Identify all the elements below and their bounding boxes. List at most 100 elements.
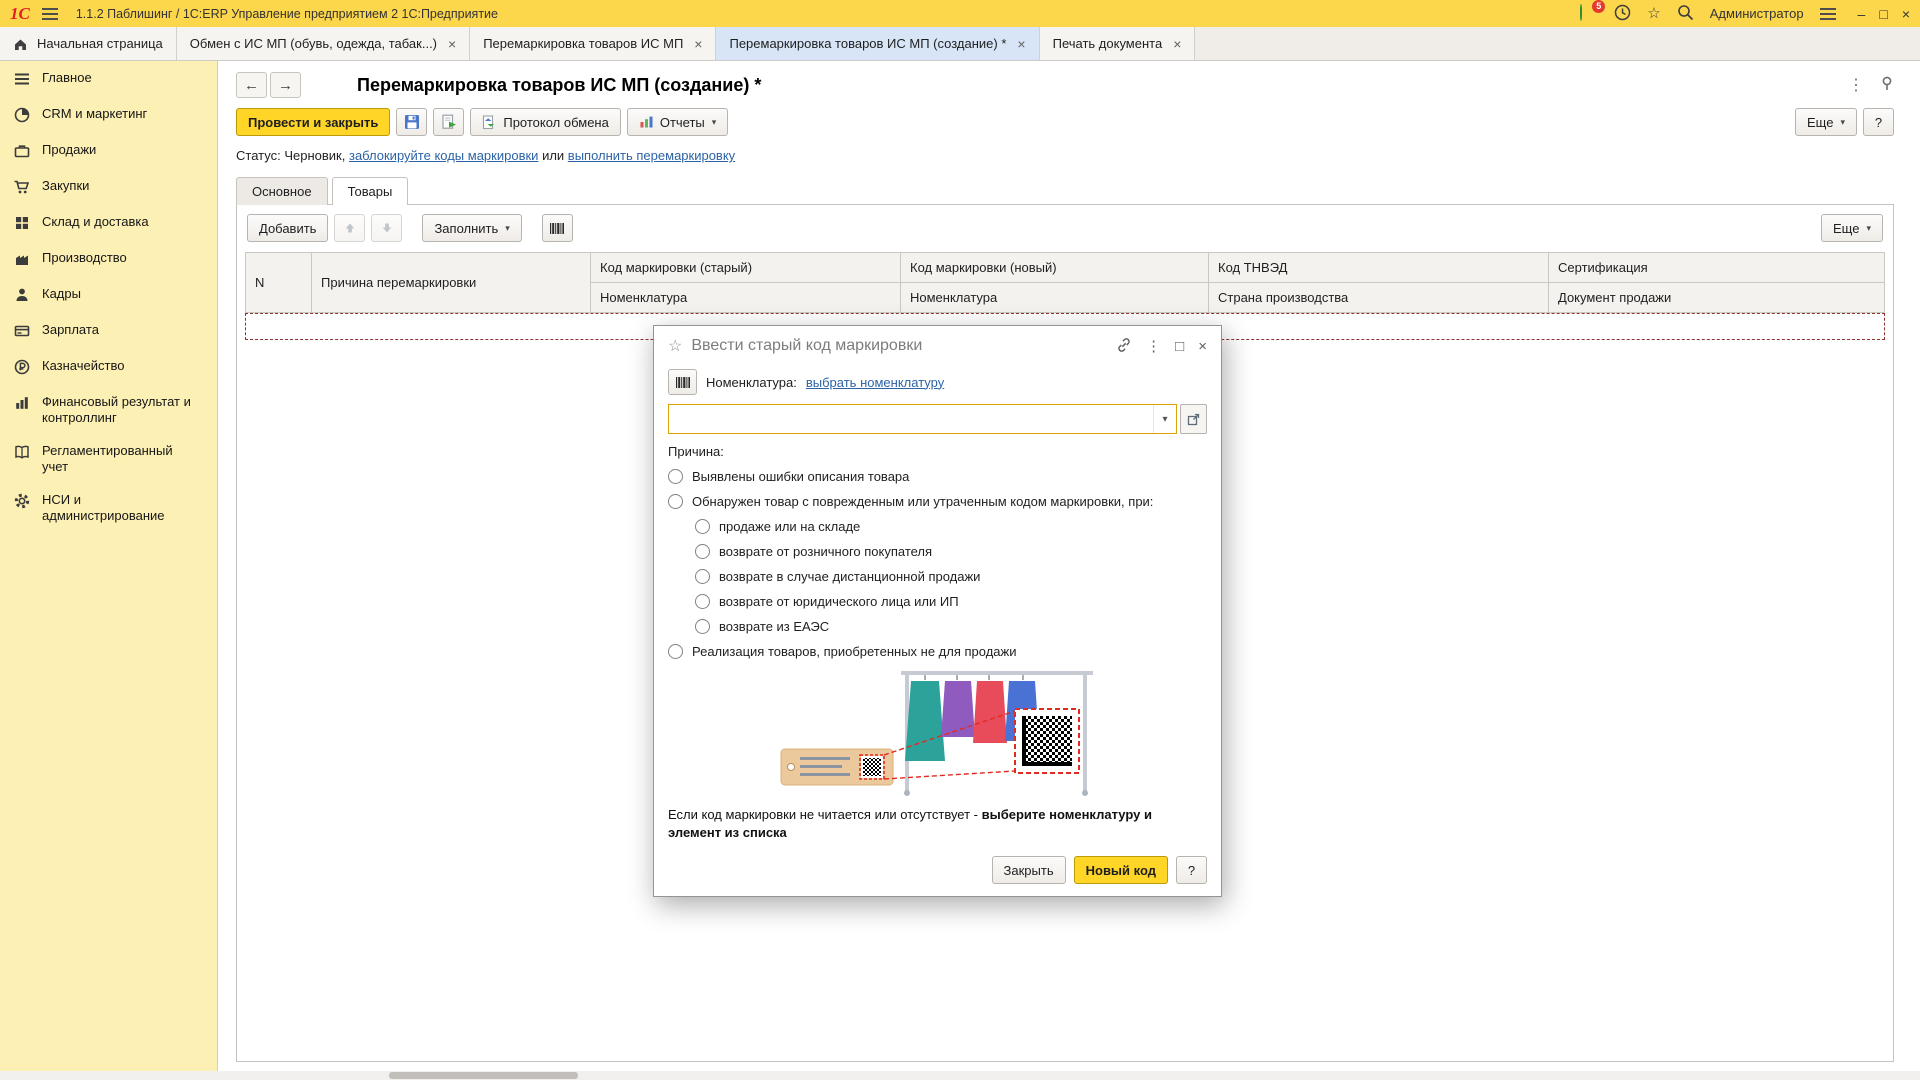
sidebar-item-regulated-accounting[interactable]: Регламентированный учет (0, 434, 217, 483)
minimize-button[interactable]: – (1858, 7, 1866, 21)
radio-icon (668, 644, 683, 659)
col-header-old-code: Код маркировки (старый) (591, 253, 901, 283)
open-list-button[interactable] (1180, 404, 1207, 434)
barcode-scanner-icon (675, 376, 691, 389)
favorite-star-icon[interactable]: ☆ (668, 336, 682, 356)
dialog-close-button[interactable]: Закрыть (992, 856, 1066, 884)
payment-card-icon (13, 322, 31, 340)
page-title: Перемаркировка товаров ИС МП (создание) … (357, 75, 761, 96)
tab-remarking-create[interactable]: Перемаркировка товаров ИС МП (создание) … (716, 27, 1039, 60)
post-document-icon (441, 114, 457, 130)
factory-icon (13, 250, 31, 268)
scrollbar-thumb[interactable] (389, 1072, 578, 1079)
horizontal-scrollbar[interactable] (0, 1071, 1920, 1080)
sidebar-item-payroll[interactable]: Зарплата (0, 313, 217, 349)
tab-remarking-list[interactable]: Перемаркировка товаров ИС МП × (470, 27, 716, 60)
sidebar-item-hr[interactable]: Кадры (0, 277, 217, 313)
exchange-protocol-button[interactable]: Протокол обмена (470, 108, 621, 136)
dialog-help-button[interactable]: ? (1176, 856, 1207, 884)
history-icon[interactable] (1614, 4, 1631, 24)
radio-option-description-errors[interactable]: Выявлены ошибки описания товара (668, 469, 1207, 484)
tab-main-section[interactable]: Основное (236, 177, 328, 205)
sidebar-item-warehouse[interactable]: Склад и доставка (0, 205, 217, 241)
post-and-close-button[interactable]: Провести и закрыть (236, 108, 390, 136)
reports-button[interactable]: Отчеты ▾ (627, 108, 728, 136)
tab-print-document[interactable]: Печать документа × (1040, 27, 1196, 60)
person-icon (13, 286, 31, 304)
combo-dropdown-icon[interactable]: ▾ (1153, 405, 1176, 433)
sidebar-item-treasury[interactable]: Казначейство (0, 349, 217, 385)
barcode-scan-button[interactable] (542, 214, 573, 242)
link-icon[interactable] (1116, 337, 1132, 356)
sidebar-item-purchases[interactable]: Закупки (0, 169, 217, 205)
tab-home[interactable]: Начальная страница (0, 27, 177, 60)
radio-label: возврате от розничного покупателя (719, 544, 932, 559)
tab-label: Начальная страница (37, 36, 163, 51)
ruble-circle-icon (13, 358, 31, 376)
dialog-barcode-scan-button[interactable] (668, 369, 697, 395)
clothes-rack-illustration (773, 665, 1103, 800)
sidebar-item-sales[interactable]: Продажи (0, 133, 217, 169)
search-icon[interactable] (1677, 4, 1694, 24)
sidebar-item-production[interactable]: Производство (0, 241, 217, 277)
sidebar-item-crm[interactable]: CRM и маркетинг (0, 97, 217, 133)
tab-close-icon[interactable]: × (1017, 36, 1025, 52)
col-header-n: N (246, 253, 312, 313)
notifications-icon[interactable]: 5 (1580, 5, 1598, 23)
nomenclature-label: Номенклатура: (706, 375, 797, 390)
dialog-maximize-icon[interactable]: □ (1175, 339, 1184, 354)
radio-option-legal-entity-return[interactable]: возврате от юридического лица или ИП (695, 594, 1207, 609)
favorites-star-icon[interactable]: ☆ (1647, 6, 1660, 21)
forward-button[interactable]: → (270, 72, 301, 98)
form-more-kebab-icon[interactable]: ⋮ (1848, 75, 1864, 95)
tab-close-icon[interactable]: × (694, 36, 702, 52)
sidebar-item-admin[interactable]: НСИ и администрирование (0, 483, 217, 532)
radio-option-sale-or-warehouse[interactable]: продаже или на складе (695, 519, 1207, 534)
purple-shirt (941, 681, 975, 737)
lock-codes-link[interactable]: заблокируйте коды маркировки (349, 148, 538, 163)
service-menu-icon[interactable] (1820, 8, 1836, 20)
col-header-new-code: Код маркировки (новый) (901, 253, 1209, 283)
move-row-down-button[interactable] (371, 214, 402, 242)
help-button[interactable]: ? (1863, 108, 1894, 136)
sidebar-item-finance[interactable]: Финансовый результат и контроллинг (0, 385, 217, 434)
tab-goods-section[interactable]: Товары (332, 177, 409, 205)
tab-close-icon[interactable]: × (448, 36, 456, 52)
radio-option-distance-sale-return[interactable]: возврате в случае дистанционной продажи (695, 569, 1207, 584)
new-code-button[interactable]: Новый код (1074, 856, 1168, 884)
perform-remarking-link[interactable]: выполнить перемаркировку (568, 148, 735, 163)
chevron-down-icon: ▾ (505, 223, 510, 234)
reason-label: Причина: (668, 444, 1207, 459)
radio-option-eaeu-return[interactable]: возврате из ЕАЭС (695, 619, 1207, 634)
red-shirt (973, 681, 1007, 743)
notification-badge: 5 (1592, 0, 1605, 13)
radio-icon (695, 619, 710, 634)
goods-more-button[interactable]: Еще ▾ (1821, 214, 1883, 242)
boxes-grid-icon (13, 214, 31, 232)
radio-option-damaged-code[interactable]: Обнаружен товар с поврежденным или утрач… (668, 494, 1207, 509)
move-row-up-button[interactable] (334, 214, 365, 242)
current-user-label[interactable]: Администратор (1710, 6, 1804, 21)
tab-exchange-ismp[interactable]: Обмен с ИС МП (обувь, одежда, табак...) … (177, 27, 470, 60)
marking-code-input[interactable] (669, 405, 1153, 433)
arrow-up-icon (344, 222, 356, 234)
tab-close-icon[interactable]: × (1173, 36, 1181, 52)
status-line: Статус: Черновик, заблокируйте коды марк… (236, 148, 1894, 163)
post-document-button[interactable] (433, 108, 464, 136)
choose-nomenclature-link[interactable]: выбрать номенклатуру (806, 375, 944, 390)
close-window-button[interactable]: × (1902, 7, 1910, 21)
sidebar-item-main[interactable]: Главное (0, 61, 217, 97)
dialog-close-icon[interactable]: × (1198, 339, 1207, 354)
radio-label: Реализация товаров, приобретенных не для… (692, 644, 1017, 659)
main-menu-icon[interactable] (42, 8, 58, 20)
back-button[interactable]: ← (236, 72, 267, 98)
pin-icon[interactable] (1880, 76, 1894, 94)
radio-option-not-for-sale[interactable]: Реализация товаров, приобретенных не для… (668, 644, 1207, 659)
add-row-button[interactable]: Добавить (247, 214, 328, 242)
fill-button[interactable]: Заполнить ▾ (422, 214, 521, 242)
maximize-button[interactable]: □ (1879, 7, 1887, 21)
radio-option-retail-return[interactable]: возврате от розничного покупателя (695, 544, 1207, 559)
dialog-more-kebab-icon[interactable]: ⋮ (1146, 339, 1161, 354)
more-button[interactable]: Еще ▾ (1795, 108, 1857, 136)
save-button[interactable] (396, 108, 427, 136)
